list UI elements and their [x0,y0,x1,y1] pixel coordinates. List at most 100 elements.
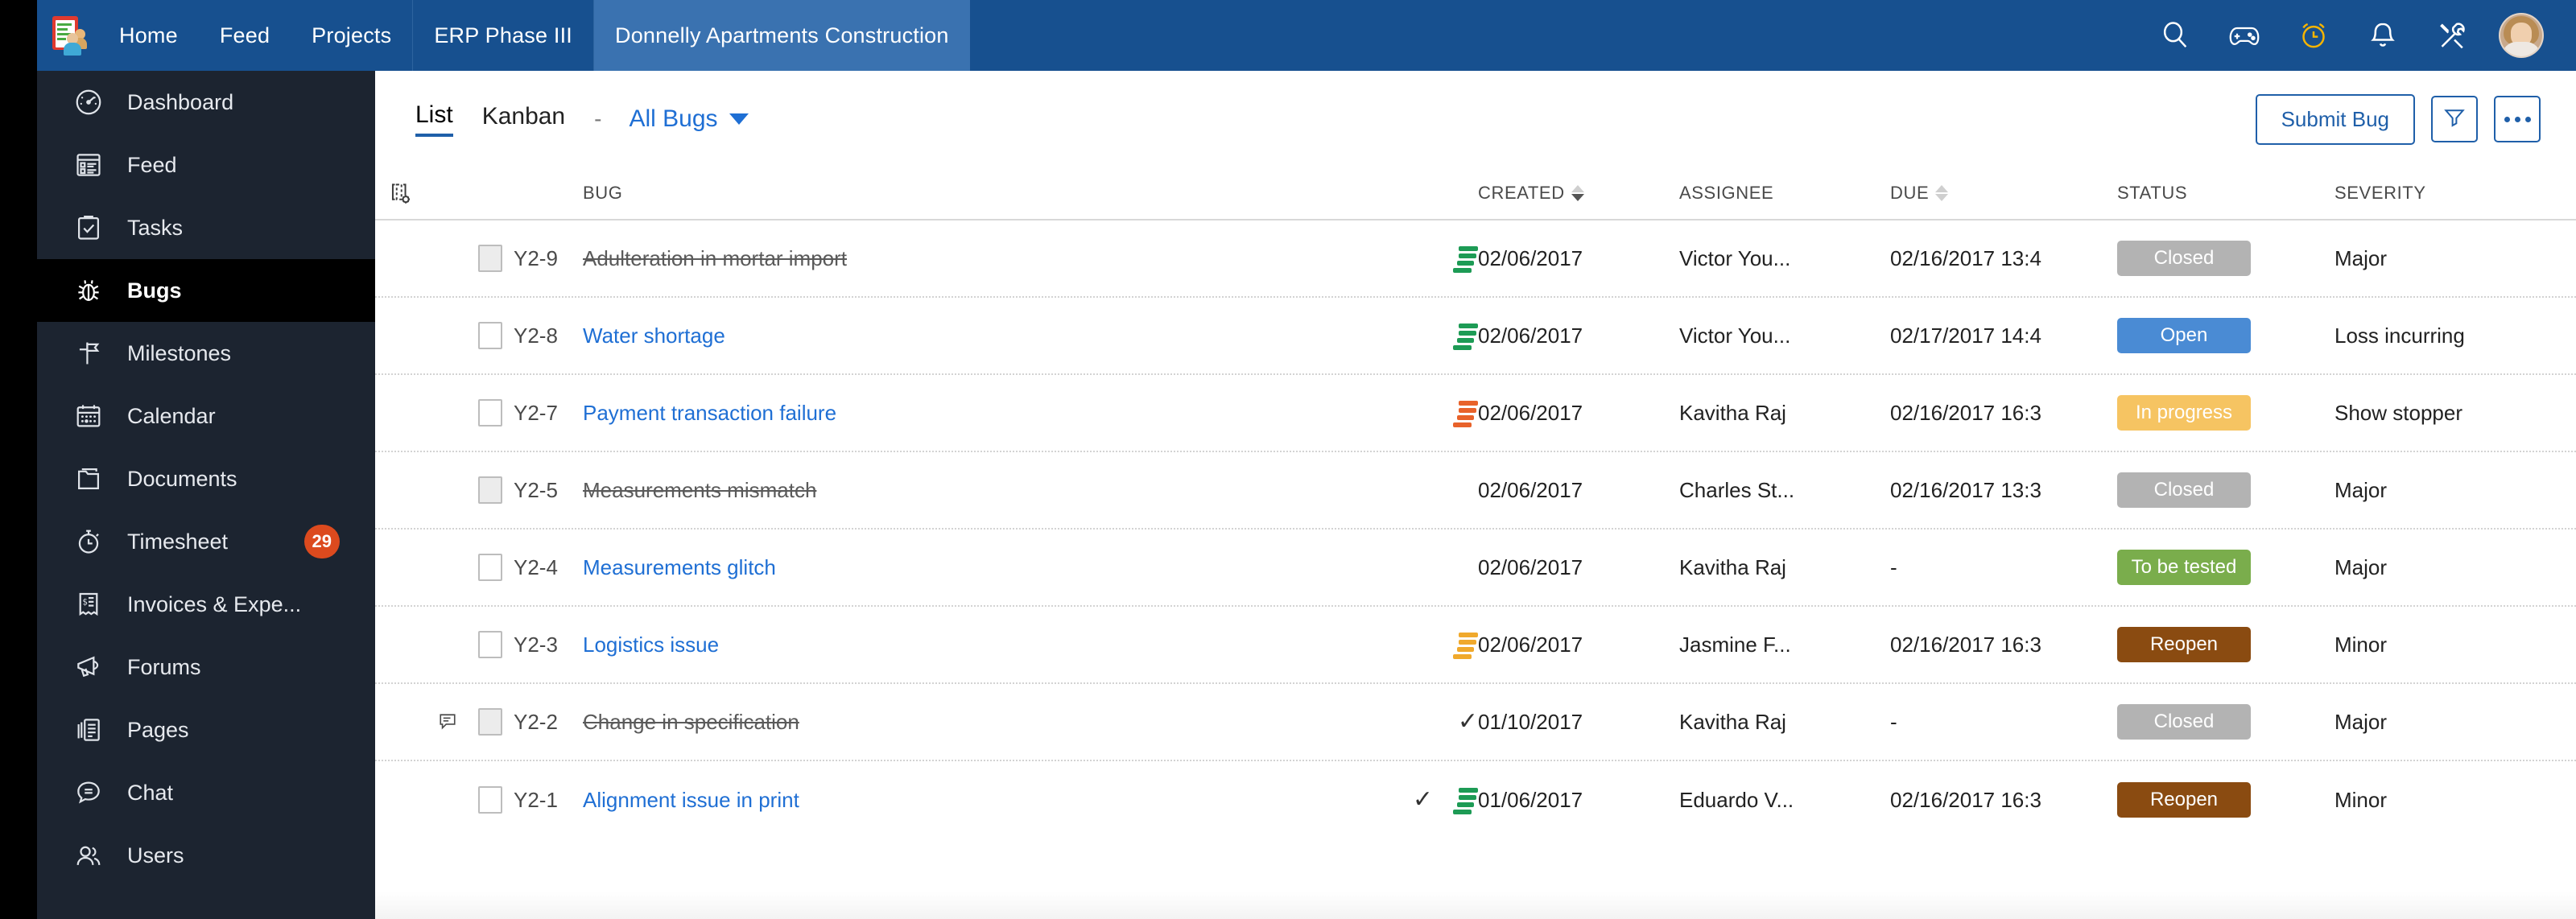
assignee-name: Charles St... [1679,477,1795,502]
nav-label: Donnelly Apartments Construction [615,23,949,47]
column-label-due: DUE [1890,183,1930,203]
zoho-projects-logo-icon [49,14,87,56]
bug-filter-dropdown[interactable]: All Bugs [629,105,749,133]
sidebar-item-calendar[interactable]: Calendar [37,385,375,447]
row-checkbox[interactable] [467,399,514,427]
tab-kanban[interactable]: Kanban [482,103,565,135]
table-row[interactable]: Y2-9 Adulteration in mortar import 02/06/2… [375,220,2576,298]
due-date: 02/16/2017 13:4 [1890,245,2041,270]
sidebar-item-forums[interactable]: Forums [37,636,375,699]
bug-title-link[interactable]: Measurements glitch [583,555,776,580]
bell-icon[interactable] [2360,13,2405,58]
sidebar-item-users[interactable]: Users [37,824,375,887]
row-checkbox[interactable] [467,554,514,581]
status-badge: 29 [303,525,340,558]
avatar[interactable] [2499,13,2544,58]
more-options-icon [2504,116,2531,122]
table-row[interactable]: Y2-5 Measurements mismatch 02/06/2017 Charl… [375,452,2576,530]
assignee-column-header[interactable]: ASSIGNEE [1679,183,1890,204]
app-logo[interactable] [37,0,98,71]
bugs-table-body: Y2-9 Adulteration in mortar import 02/06/2… [375,220,2576,839]
assignee-name: Kavitha Raj [1679,709,1786,734]
sidebar-item-label: Bugs [127,278,182,303]
assignee-name: Kavitha Raj [1679,400,1786,425]
sidebar-item-dashboard[interactable]: Dashboard [37,71,375,134]
nav-label: ERP Phase III [434,23,573,47]
table-row[interactable]: Y2-7 Payment transaction failure 02/06/201… [375,375,2576,452]
funnel-icon [2442,105,2467,134]
created-date: 01/10/2017 [1478,709,1583,734]
search-icon[interactable] [2153,13,2198,58]
sidebar-item-pages[interactable]: Pages [37,699,375,761]
column-settings-button[interactable] [375,179,428,207]
tools-icon[interactable] [2429,13,2475,58]
sidebar-item-documents[interactable]: Documents [37,447,375,510]
sidebar-item-label: Invoices & Expe... [127,591,302,616]
column-label-bug: BUG [583,183,623,203]
bug-column-header[interactable]: BUG [583,183,1478,204]
nav-item-feed[interactable]: Feed [199,0,291,71]
table-row[interactable]: Y2-4 Measurements glitch 02/06/2017 Kavitha… [375,530,2576,607]
table-row[interactable]: Y2-8 Water shortage 02/06/2017 Victor You..… [375,298,2576,375]
bug-title-cell: Adulteration in mortar import [583,245,1478,273]
table-row[interactable]: Y2-1 Alignment issue in print ✓ 01/06/2017 E… [375,761,2576,839]
sidebar-item-timesheet[interactable]: Timesheet 29 [37,510,375,573]
created-date: 01/06/2017 [1478,787,1583,812]
filter-button[interactable] [2431,96,2478,142]
row-checkbox[interactable] [467,245,514,272]
column-label-created: CREATED [1478,183,1565,203]
row-checkbox[interactable] [467,476,514,504]
sidebar: Dashboard Feed Tasks Bugs Milestones Cal… [37,71,375,919]
bug-title-link[interactable]: Alignment issue in print [583,788,799,813]
sidebar-item-invoices-expenses[interactable]: $ Invoices & Expe... [37,573,375,636]
sidebar-item-label: Users [127,843,184,867]
created-column-header[interactable]: CREATED [1478,183,1679,204]
nav-item-home[interactable]: Home [98,0,199,71]
due-column-header[interactable]: DUE [1890,183,2117,204]
flag-icon [71,336,106,371]
nav-item-erp-phase-iii[interactable]: ERP Phase III [412,0,593,71]
row-checkbox[interactable] [467,786,514,814]
tab-list[interactable]: List [415,101,453,137]
assignee-name: Victor You... [1679,323,1791,348]
due-date: 02/16/2017 13:3 [1890,477,2041,502]
bug-key: Y2-3 [514,632,558,657]
bug-title-cell: Payment transaction failure [583,399,1478,427]
status-column-header[interactable]: STATUS [2117,183,2334,204]
status-cell: Closed [2117,704,2334,740]
horizontal-scrollbar[interactable] [375,892,2576,919]
row-checkbox[interactable] [467,708,514,736]
more-options-button[interactable] [2494,96,2541,142]
table-row[interactable]: Y2-3 Logistics issue 02/06/2017 Jasmine F..… [375,607,2576,684]
sidebar-item-milestones[interactable]: Milestones [37,322,375,385]
bug-title-link[interactable]: Logistics issue [583,633,719,657]
sidebar-item-feed[interactable]: Feed [37,134,375,196]
bug-title-link[interactable]: Payment transaction failure [583,401,836,426]
sidebar-item-bugs[interactable]: Bugs [37,259,375,322]
nav-item-donnelly-apartments-construction[interactable]: Donnelly Apartments Construction [593,0,970,71]
bug-title-link[interactable]: Adulteration in mortar import [583,246,847,271]
severity-value: Minor [2334,632,2388,657]
sidebar-item-chat[interactable]: Chat [37,761,375,824]
sidebar-item-label: Tasks [127,215,184,240]
bugs-toolbar: List Kanban - All Bugs Submit Bug [375,71,2576,167]
nav-label: Feed [219,23,270,47]
row-checkbox[interactable] [467,322,514,349]
timer-icon[interactable] [2291,13,2336,58]
table-row[interactable]: Y2-2 Change in specification ✓ 01/10/2017 Ka… [375,684,2576,761]
sidebar-item-tasks[interactable]: Tasks [37,196,375,259]
severity-column-header[interactable]: SEVERITY [2334,183,2576,204]
clipboard-check-icon [71,210,106,245]
bug-title-link[interactable]: Change in specification [583,710,799,735]
comment-icon[interactable] [428,711,467,733]
nav-item-projects[interactable]: Projects [291,0,412,71]
due-date: - [1890,709,1897,734]
bug-title-link[interactable]: Measurements mismatch [583,478,816,503]
row-checkbox[interactable] [467,631,514,658]
due-date: 02/16/2017 16:3 [1890,632,2041,657]
status-badge: Reopen [2117,782,2251,818]
status-cell: Reopen [2117,782,2334,818]
gamepad-icon[interactable] [2222,13,2267,58]
submit-bug-button[interactable]: Submit Bug [2255,93,2415,145]
bug-title-link[interactable]: Water shortage [583,324,725,348]
